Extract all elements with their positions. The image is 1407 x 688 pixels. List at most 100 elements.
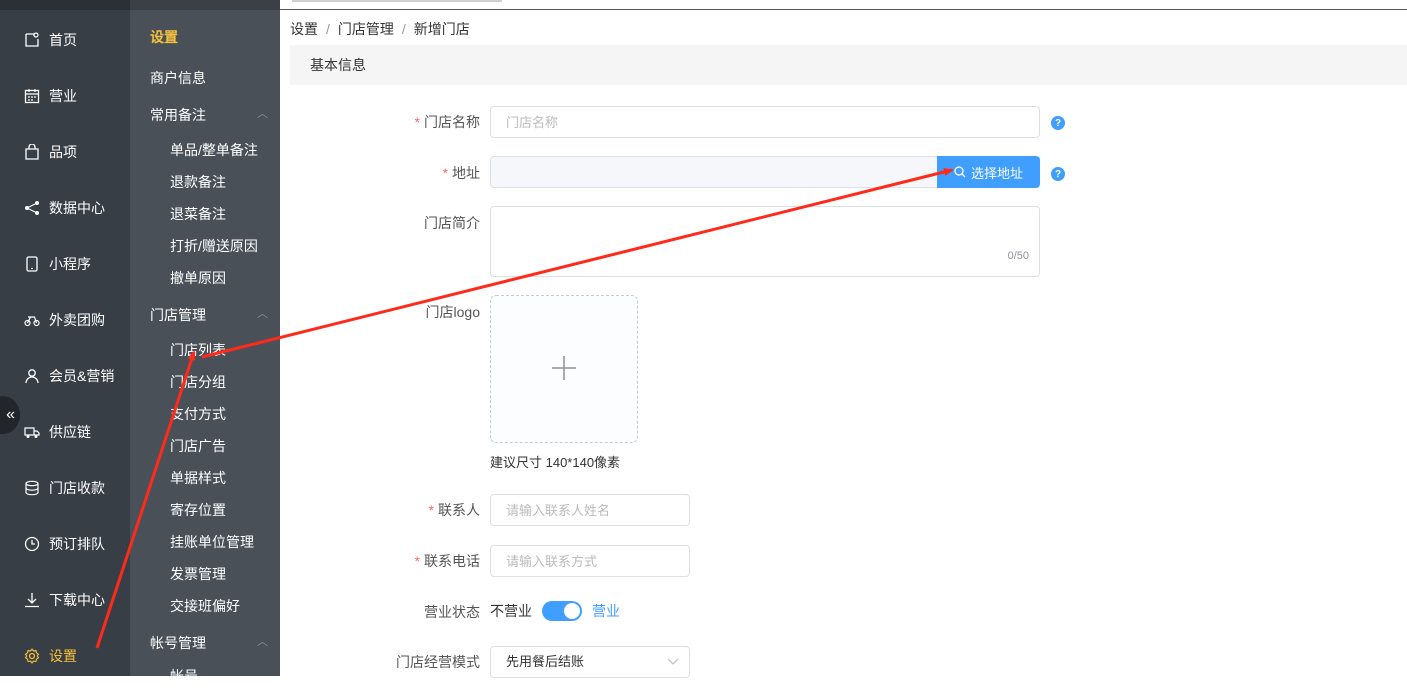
search-icon — [954, 166, 966, 178]
subnav-group-store[interactable]: 门店管理 ︿ — [150, 305, 268, 325]
clock-icon — [24, 536, 40, 552]
button-label: 选择地址 — [970, 165, 1023, 181]
select-value: 先用餐后结账 — [506, 654, 585, 669]
chevron-up-icon: ︿ — [257, 308, 268, 320]
nav-item-business[interactable]: 营业 — [0, 68, 130, 124]
nav-item-mini-program[interactable]: 小程序 — [0, 236, 130, 292]
intro-label: 门店简介 — [280, 213, 480, 233]
label-text: 门店经营模式 — [396, 654, 480, 670]
bike-icon — [24, 312, 40, 328]
breadcrumb-item[interactable]: 门店管理 — [338, 21, 394, 37]
toggle-knob — [564, 603, 580, 619]
subnav-item[interactable]: 发票管理 — [170, 564, 226, 584]
nav-label: 设置 — [49, 648, 77, 664]
store-name-input[interactable] — [490, 106, 1040, 138]
phone-label: * 联系电话 — [280, 551, 480, 571]
subnav-item[interactable]: 单据样式 — [170, 468, 226, 488]
nav-item-membership[interactable]: 会员&营销 — [0, 348, 130, 404]
subnav-item[interactable]: 交接班偏好 — [170, 596, 240, 616]
nav-label: 外卖团购 — [49, 312, 105, 328]
help-icon[interactable]: ? — [1051, 167, 1065, 181]
subnav-item[interactable]: 寄存位置 — [170, 500, 226, 520]
nav-item-download-center[interactable]: 下载中心 — [0, 572, 130, 628]
label-text: 联系人 — [438, 502, 480, 518]
contact-input[interactable] — [490, 494, 690, 526]
nav-label: 下载中心 — [49, 592, 105, 608]
label-text: 营业状态 — [424, 604, 480, 620]
nav-item-delivery[interactable]: 外卖团购 — [0, 292, 130, 348]
subnav-merchant-info[interactable]: 商户信息 — [150, 68, 206, 88]
required-mark: * — [414, 553, 420, 569]
nav-label: 门店收款 — [49, 480, 105, 496]
subnav-item[interactable]: 退菜备注 — [170, 204, 226, 224]
breadcrumb-item[interactable]: 设置 — [290, 21, 318, 37]
nav-item-reservation[interactable]: 预订排队 — [0, 516, 130, 572]
top-tab-indicator — [292, 0, 502, 2]
nav-label: 首页 — [49, 32, 77, 48]
breadcrumb: 设置 / 门店管理 / 新增门店 — [290, 19, 470, 39]
group-label: 帐号管理 — [150, 635, 206, 651]
nav-item-products[interactable]: 品项 — [0, 124, 130, 180]
database-icon — [24, 480, 40, 496]
nav-item-store-payment[interactable]: 门店收款 — [0, 460, 130, 516]
switch-on-label[interactable]: 营业 — [592, 601, 620, 621]
nav-item-data-center[interactable]: 数据中心 — [0, 180, 130, 236]
business-status-toggle[interactable] — [542, 601, 582, 621]
subnav-item[interactable]: 撤单原因 — [170, 268, 226, 288]
subnav-item[interactable]: 打折/赠送原因 — [170, 236, 258, 256]
double-chevron-left-icon: « — [6, 406, 15, 423]
nav-label: 供应链 — [49, 424, 91, 440]
logo-size-hint: 建议尺寸 140*140像素 — [490, 455, 621, 470]
nav-label: 品项 — [49, 144, 77, 160]
subnav-item[interactable]: 单品/整单备注 — [170, 140, 258, 160]
subnav-title: 设置 — [150, 29, 178, 45]
address-input[interactable] — [490, 156, 939, 188]
truck-icon — [24, 424, 40, 440]
nav-label: 营业 — [49, 88, 77, 104]
top-divider — [280, 9, 1407, 10]
required-mark: * — [428, 502, 434, 518]
select-address-button[interactable]: 选择地址 — [937, 156, 1040, 188]
business-mode-select[interactable]: 先用餐后结账 — [490, 646, 690, 678]
calendar-icon — [24, 88, 40, 104]
mode-label: 门店经营模式 — [280, 652, 480, 672]
subnav-item[interactable]: 门店分组 — [170, 372, 226, 392]
breadcrumb-separator: / — [401, 21, 406, 37]
subnav-item[interactable]: 门店广告 — [170, 436, 226, 456]
contact-label: * 联系人 — [280, 500, 480, 520]
home-icon — [24, 32, 40, 48]
subnav-item[interactable]: 支付方式 — [170, 404, 226, 424]
section-title: 基本信息 — [310, 57, 366, 73]
group-label: 常用备注 — [150, 107, 206, 123]
bag-icon — [24, 144, 40, 160]
help-icon[interactable]: ? — [1051, 116, 1065, 130]
main-sidebar: 首页 营业 品项 数据中心 小程序 外卖团购 会员&营销 供应链 门店收款 预订… — [0, 0, 130, 676]
subnav-item[interactable]: 帐号 — [170, 666, 198, 686]
char-counter: 0/50 — [1007, 250, 1029, 262]
nav-label: 小程序 — [49, 256, 91, 272]
subnav-item[interactable]: 挂账单位管理 — [170, 532, 254, 552]
subnav-item[interactable]: 退款备注 — [170, 172, 226, 192]
share-icon — [24, 200, 40, 216]
label-text: 门店名称 — [424, 114, 480, 130]
subnav-group-remarks[interactable]: 常用备注 ︿ — [150, 105, 268, 125]
sidebar-top-strip — [0, 0, 130, 10]
subnav-top-strip — [130, 0, 280, 10]
nav-item-home[interactable]: 首页 — [0, 12, 130, 68]
required-mark: * — [442, 165, 448, 181]
download-icon — [24, 592, 40, 608]
breadcrumb-separator: / — [326, 21, 330, 37]
nav-label: 会员&营销 — [49, 368, 115, 384]
chevron-up-icon: ︿ — [257, 636, 268, 648]
gear-icon — [24, 648, 40, 664]
settings-subnav: 设置 商户信息 常用备注 ︿ 单品/整单备注 退款备注 退菜备注 打折/赠送原因… — [130, 0, 280, 684]
main-content: 设置/门店管理/新增门店 基本信息 *门店名称 ? *地址 选择地址 ? 门店简… — [280, 0, 1407, 678]
switch-off-label[interactable]: 不营业 — [490, 601, 532, 621]
phone-input[interactable] — [490, 545, 690, 577]
subnav-group-account[interactable]: 帐号管理 ︿ — [150, 633, 268, 653]
logo-uploader[interactable] — [490, 295, 638, 443]
required-mark: * — [414, 114, 420, 130]
address-label: * 地址 — [280, 163, 480, 183]
intro-textarea[interactable]: 0/50 — [490, 206, 1040, 277]
subnav-item-store-list[interactable]: 门店列表 — [170, 340, 226, 360]
